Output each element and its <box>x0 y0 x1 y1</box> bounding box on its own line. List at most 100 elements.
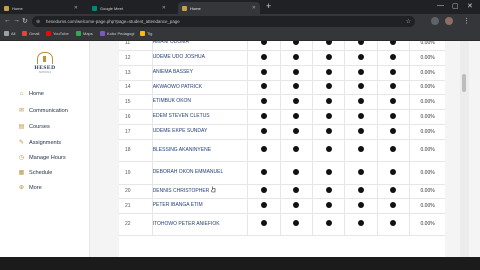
bookmark-apps[interactable]: All <box>4 31 15 36</box>
bookmark-tig[interactable]: Tig <box>140 31 152 36</box>
attendance-mark-icon[interactable] <box>325 68 332 75</box>
attendance-mark-icon[interactable] <box>293 187 300 193</box>
attendance-mark-icon[interactable] <box>358 41 365 45</box>
browser-tab-1[interactable]: Home ✕ <box>0 2 82 14</box>
bookmark-maps[interactable]: Maps <box>76 31 93 36</box>
attendance-mark-icon[interactable] <box>325 201 332 208</box>
attendance-mark-icon[interactable] <box>390 41 397 45</box>
close-tab-icon[interactable]: ✕ <box>162 5 166 11</box>
attendance-mark-icon[interactable] <box>390 220 397 226</box>
attendance-mark-icon[interactable] <box>325 220 332 226</box>
sidebar-item-communication[interactable]: ✉ Communication <box>18 107 68 115</box>
attendance-mark-icon[interactable] <box>358 97 365 104</box>
extensions-icon[interactable] <box>431 17 439 25</box>
close-tab-icon[interactable]: ✕ <box>252 5 256 11</box>
bookmark-youtube[interactable]: YouTube <box>46 31 69 36</box>
attendance-mark-icon[interactable] <box>260 53 267 60</box>
attendance-cell <box>312 139 346 162</box>
new-tab-button[interactable]: + <box>266 1 271 11</box>
attendance-mark-icon[interactable] <box>260 97 267 104</box>
forward-icon[interactable]: → <box>13 17 20 24</box>
attendance-mark-icon[interactable] <box>358 201 365 208</box>
attendance-mark-icon[interactable] <box>390 112 397 119</box>
attendance-mark-icon[interactable] <box>260 146 267 152</box>
sidebar-item-more[interactable]: ⊕ More <box>18 184 42 192</box>
attendance-mark-icon[interactable] <box>358 127 365 134</box>
attendance-mark-icon[interactable] <box>390 127 397 134</box>
sidebar-item-label: Communication <box>29 107 68 114</box>
attendance-mark-icon[interactable] <box>325 97 332 104</box>
attendance-mark-icon[interactable] <box>358 220 365 226</box>
attendance-mark-icon[interactable] <box>390 83 397 89</box>
attendance-mark-icon[interactable] <box>325 146 332 152</box>
attendance-mark-icon[interactable] <box>390 187 397 193</box>
attendance-mark-icon[interactable] <box>358 83 365 89</box>
attendance-mark-icon[interactable] <box>293 127 300 134</box>
attendance-mark-icon[interactable] <box>260 201 267 208</box>
attendance-mark-icon[interactable] <box>390 201 397 208</box>
attendance-mark-icon[interactable] <box>293 168 300 175</box>
tab-label: Google Meet <box>100 5 123 11</box>
attendance-mark-icon[interactable] <box>390 146 397 152</box>
attendance-mark-icon[interactable] <box>390 168 397 175</box>
attendance-mark-icon[interactable] <box>390 53 397 60</box>
attendance-mark-icon[interactable] <box>390 68 397 75</box>
menu-icon[interactable]: ⋮ <box>463 17 470 25</box>
attendance-mark-icon[interactable] <box>260 168 267 175</box>
attendance-mark-icon[interactable] <box>293 97 300 104</box>
profile-icon[interactable] <box>445 17 453 25</box>
attendance-mark-icon[interactable] <box>260 127 267 134</box>
school-logo[interactable]: HESED SCHOOLS <box>30 52 60 74</box>
reload-icon[interactable]: ↻ <box>22 17 28 25</box>
attendance-mark-icon[interactable] <box>293 146 300 152</box>
browser-tab-3-active[interactable]: Home ✕ <box>178 2 260 14</box>
attendance-mark-icon[interactable] <box>358 68 365 75</box>
attendance-mark-icon[interactable] <box>260 41 267 45</box>
bookmark-kobo[interactable]: Kobo Pedagogi <box>100 31 134 36</box>
attendance-mark-icon[interactable] <box>293 112 300 119</box>
attendance-mark-icon[interactable] <box>293 41 300 45</box>
scrollbar[interactable] <box>460 41 469 257</box>
bookmark-gmail[interactable]: Gmail <box>22 31 39 36</box>
attendance-mark-icon[interactable] <box>325 41 332 45</box>
attendance-mark-icon[interactable] <box>260 220 267 226</box>
maximize-button[interactable]: ▢ <box>452 2 459 10</box>
sidebar-item-schedule[interactable]: ▦ Schedule <box>18 169 53 177</box>
attendance-mark-icon[interactable] <box>325 168 332 175</box>
attendance-mark-icon[interactable] <box>390 97 397 104</box>
attendance-mark-icon[interactable] <box>358 146 365 152</box>
attendance-mark-icon[interactable] <box>358 168 365 175</box>
sidebar-item-courses[interactable]: ▤ Courses <box>18 123 50 131</box>
attendance-mark-icon[interactable] <box>260 68 267 75</box>
attendance-mark-icon[interactable] <box>325 53 332 60</box>
sidebar-item-assignments[interactable]: ✎ Assignments <box>18 139 61 147</box>
attendance-mark-icon[interactable] <box>260 187 267 193</box>
attendance-mark-icon[interactable] <box>260 83 267 89</box>
attendance-mark-icon[interactable] <box>260 112 267 119</box>
attendance-mark-icon[interactable] <box>358 53 365 60</box>
star-icon[interactable]: ☆ <box>406 18 411 25</box>
minimize-button[interactable]: — <box>437 2 444 9</box>
attendance-mark-icon[interactable] <box>293 220 300 226</box>
close-window-button[interactable]: ✕ <box>467 2 473 10</box>
attendance-mark-icon[interactable] <box>358 187 365 193</box>
attendance-mark-icon[interactable] <box>325 83 332 89</box>
sidebar-item-manage-hours[interactable]: ◷ Manage Hours <box>18 154 66 162</box>
attendance-mark-icon[interactable] <box>293 53 300 60</box>
attendance-mark-icon[interactable] <box>325 112 332 119</box>
url-bar[interactable]: ⊕ hesedums.com/welcome-page.php?page=stu… <box>32 16 415 27</box>
table-row: 13 ANIEMA BASSEY 0.00% <box>119 65 445 81</box>
attendance-mark-icon[interactable] <box>293 68 300 75</box>
url-text[interactable]: hesedums.com/welcome-page.php?page=stude… <box>46 19 180 24</box>
back-icon[interactable]: ← <box>4 17 11 24</box>
sidebar-item-home[interactable]: ⌂ Home <box>18 91 44 97</box>
attendance-mark-icon[interactable] <box>325 127 332 134</box>
lock-icon[interactable]: ⊕ <box>36 19 44 25</box>
attendance-mark-icon[interactable] <box>293 83 300 89</box>
attendance-mark-icon[interactable] <box>293 201 300 208</box>
attendance-mark-icon[interactable] <box>325 187 332 193</box>
scrollbar-thumb[interactable] <box>462 74 466 92</box>
attendance-mark-icon[interactable] <box>358 112 365 119</box>
close-tab-icon[interactable]: ✕ <box>74 5 78 11</box>
browser-tab-2[interactable]: Google Meet ✕ <box>88 2 170 14</box>
